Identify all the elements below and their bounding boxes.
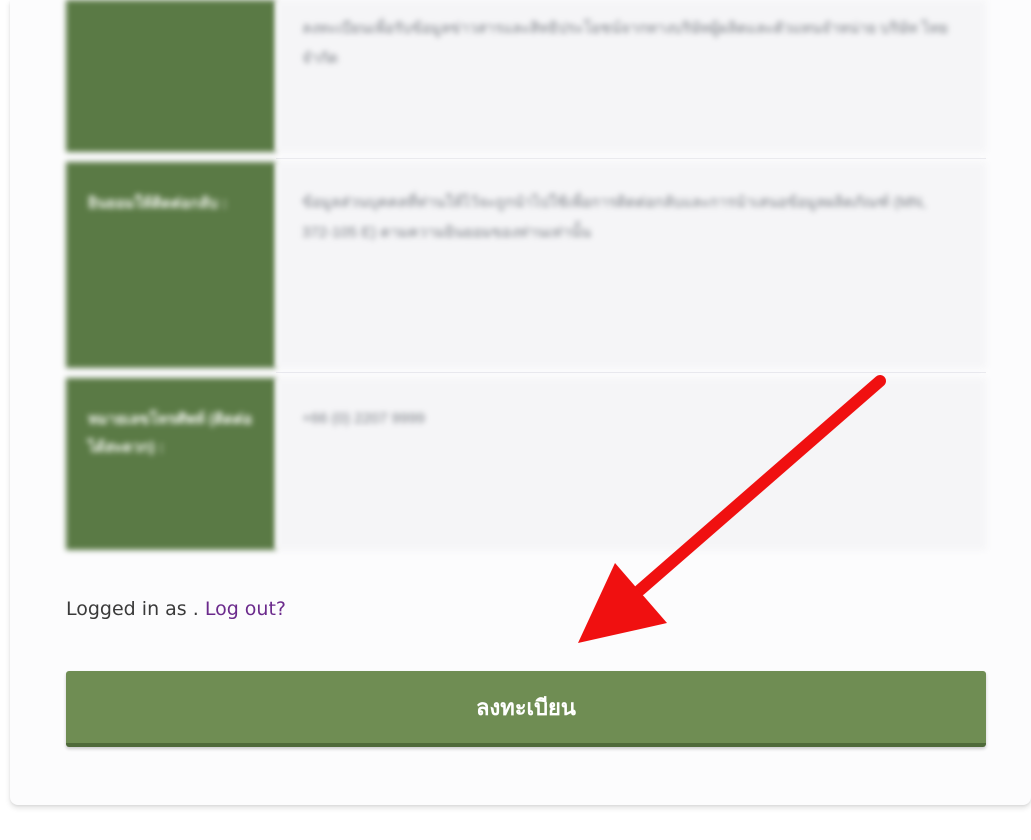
logout-link[interactable]: Log out? bbox=[205, 598, 286, 620]
info-row-consent: ยินยอมให้ติดต่อกลับ : ข้อมูลส่วนบุคคลที่… bbox=[66, 162, 986, 368]
register-button[interactable]: ลงทะเบียน bbox=[66, 671, 986, 747]
row-divider bbox=[276, 158, 986, 159]
row-divider bbox=[276, 372, 986, 373]
info-row-label bbox=[66, 0, 276, 152]
info-table: ลงทะเบียนเพื่อรับข้อมูลข่าวสารและสิทธิปร… bbox=[66, 0, 986, 552]
info-row-details: ลงทะเบียนเพื่อรับข้อมูลข่าวสารและสิทธิปร… bbox=[66, 0, 986, 152]
info-row-label: หมายเลขโทรศัพท์ (ติดต่อได้สะดวก) : bbox=[66, 378, 276, 550]
info-row-value: ข้อมูลส่วนบุคคลที่ท่านให้ไว้จะถูกนำไปใช้… bbox=[276, 162, 986, 368]
info-row-value: +66 (0) 2207 9999 bbox=[276, 378, 986, 550]
info-row-phone: หมายเลขโทรศัพท์ (ติดต่อได้สะดวก) : +66 (… bbox=[66, 378, 986, 550]
login-status-text: Logged in as . bbox=[66, 598, 205, 620]
info-row-value: ลงทะเบียนเพื่อรับข้อมูลข่าวสารและสิทธิปร… bbox=[276, 0, 986, 152]
info-row-label: ยินยอมให้ติดต่อกลับ : bbox=[66, 162, 276, 368]
login-status: Logged in as . Log out? bbox=[66, 598, 286, 620]
page: ลงทะเบียนเพื่อรับข้อมูลข่าวสารและสิทธิปร… bbox=[0, 0, 1031, 840]
